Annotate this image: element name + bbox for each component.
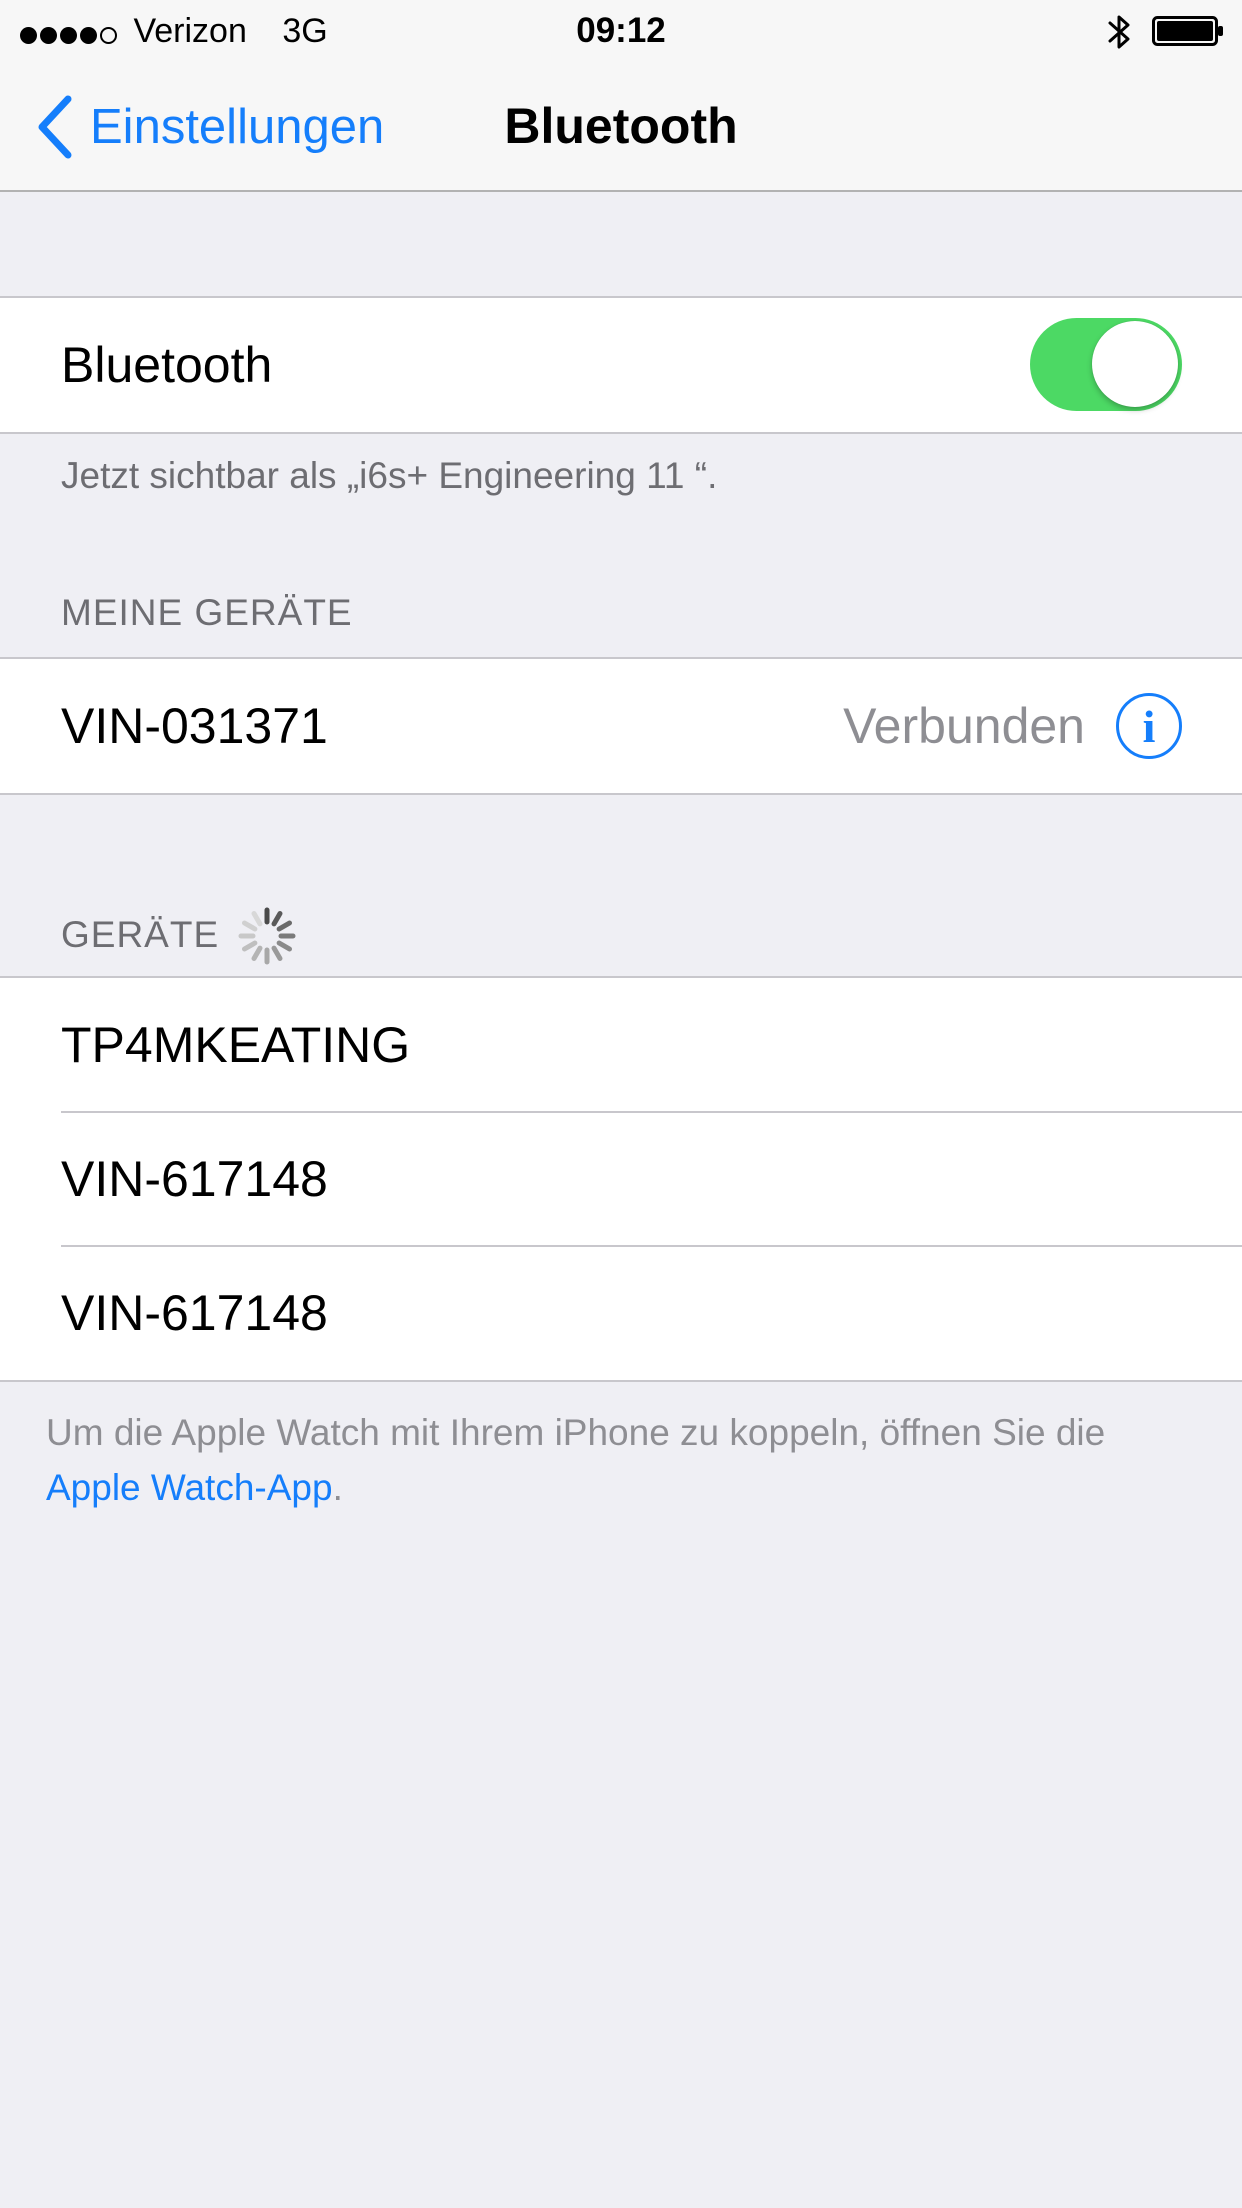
info-icon[interactable]: i — [1116, 693, 1182, 759]
my-devices-group: VIN-031371 Verbunden i — [0, 657, 1242, 795]
device-name: VIN-617148 — [61, 1285, 328, 1341]
bluetooth-toggle-label: Bluetooth — [61, 337, 273, 393]
bluetooth-icon — [1108, 15, 1130, 49]
navigation-bar: Verizon 3G 09:12 Einstellungen Bluetooth — [0, 0, 1242, 192]
apple-watch-app-link[interactable]: Apple Watch-App — [46, 1467, 333, 1508]
apple-watch-note-text: Um die Apple Watch mit Ihrem iPhone zu k… — [46, 1412, 1106, 1453]
device-connection-status: Verbunden — [843, 698, 1085, 754]
device-name: TP4MKEATING — [61, 1017, 411, 1073]
apple-watch-note-suffix: . — [332, 1467, 343, 1508]
apple-watch-note: Um die Apple Watch mit Ihrem iPhone zu k… — [46, 1405, 1196, 1515]
list-item[interactable]: TP4MKEATING — [0, 978, 1242, 1112]
device-name: VIN-031371 — [61, 698, 328, 754]
list-item[interactable]: VIN-617148 — [0, 1111, 1242, 1246]
list-item[interactable]: VIN-617148 — [0, 1245, 1242, 1380]
page-title: Bluetooth — [504, 98, 738, 154]
my-devices-header: MEINE GERÄTE — [61, 592, 353, 633]
list-item[interactable]: VIN-031371 Verbunden i — [0, 659, 1242, 793]
bluetooth-toggle-row: Bluetooth — [0, 298, 1242, 432]
device-name: VIN-617148 — [61, 1151, 328, 1207]
battery-icon — [1152, 16, 1223, 46]
loading-spinner-icon — [238, 907, 296, 965]
status-time: 09:12 — [576, 11, 666, 50]
visibility-note: Jetzt sichtbar als „i6s+ Engineering 11 … — [61, 455, 718, 496]
bluetooth-toggle-switch[interactable] — [1030, 318, 1182, 411]
devices-group: TP4MKEATING VIN-617148 VIN-617148 — [0, 976, 1242, 1382]
bluetooth-toggle-group: Bluetooth — [0, 296, 1242, 434]
toggle-knob — [1092, 321, 1178, 407]
devices-header: GERÄTE — [61, 914, 220, 955]
